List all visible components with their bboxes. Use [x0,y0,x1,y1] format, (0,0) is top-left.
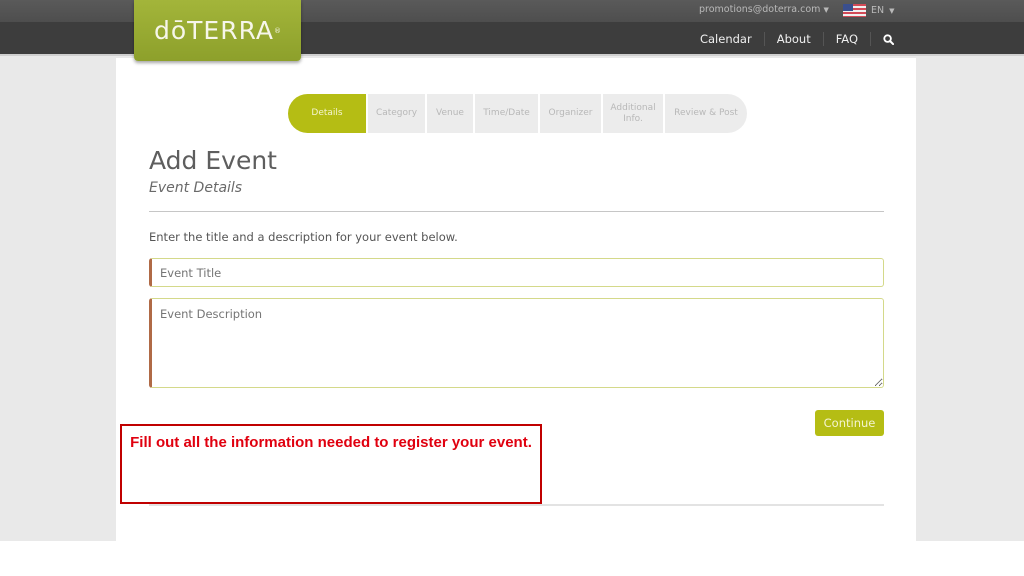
registered-mark: ® [274,26,282,35]
page-subtitle: Event Details [149,180,243,196]
step-organizer[interactable]: Organizer [540,94,601,133]
nav-calendar[interactable]: Calendar [688,32,765,46]
nav-faq[interactable]: FAQ [824,32,871,46]
nav-about[interactable]: About [765,32,824,46]
step-time-date[interactable]: Time/Date [475,94,538,133]
search-button[interactable] [871,33,894,45]
wizard-steps: Details Category Venue Time/Date Organiz… [288,94,747,133]
doterra-logo[interactable]: dōTERRA ® [134,0,301,61]
nav-links: Calendar About FAQ [688,22,894,56]
event-title-input[interactable] [149,258,884,287]
page: promotions@doterra.com ▼ EN ▼ dōTERRA ® C… [0,0,1024,541]
step-review-post[interactable]: Review & Post [665,94,747,133]
divider [149,211,884,212]
annotation-callout: Fill out all the information needed to r… [120,424,542,504]
step-venue[interactable]: Venue [427,94,473,133]
form-instructions: Enter the title and a description for yo… [149,230,458,244]
caret-down-icon: ▼ [889,6,895,15]
us-flag-icon [843,4,866,17]
logo-text: dōTERRA [153,16,275,45]
search-icon [883,33,894,45]
step-details[interactable]: Details [288,94,366,133]
language-selector[interactable]: EN ▼ [843,4,895,17]
continue-button[interactable]: Continue [815,410,884,436]
divider [149,504,884,506]
account-email: promotions@doterra.com [699,4,821,15]
account-menu[interactable]: promotions@doterra.com ▼ [699,4,829,15]
page-title: Add Event [149,146,277,175]
step-additional-info[interactable]: Additional Info. [603,94,663,133]
step-category[interactable]: Category [368,94,425,133]
caret-down-icon: ▼ [823,5,829,14]
language-label: EN [871,5,885,16]
event-description-input[interactable] [149,298,884,388]
